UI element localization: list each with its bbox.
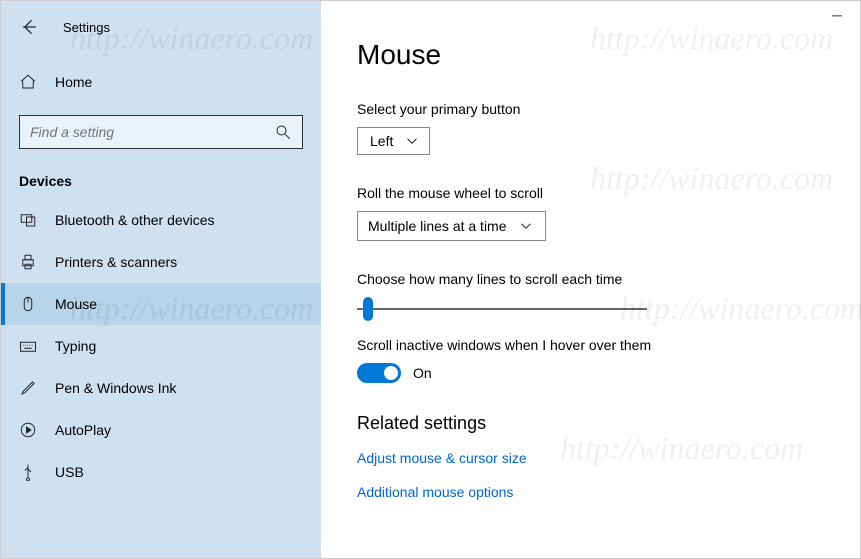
search-input[interactable] <box>30 124 274 140</box>
sidebar-item-label: Printers & scanners <box>55 254 177 270</box>
sidebar-nav: Bluetooth & other devices Printers & sca… <box>1 199 321 493</box>
sidebar-item-printers[interactable]: Printers & scanners <box>1 241 321 283</box>
chevron-down-icon <box>403 132 421 150</box>
wheel-label: Roll the mouse wheel to scroll <box>357 185 860 201</box>
wheel-select[interactable]: Multiple lines at a time <box>357 211 546 241</box>
autoplay-icon <box>19 421 37 439</box>
page-title: Mouse <box>357 39 860 71</box>
wheel-value: Multiple lines at a time <box>368 218 507 234</box>
search-box[interactable] <box>19 115 303 149</box>
link-additional-options[interactable]: Additional mouse options <box>357 484 860 500</box>
sidebar-item-label: Typing <box>55 338 96 354</box>
sidebar-item-mouse[interactable]: Mouse <box>1 283 321 325</box>
sidebar-item-autoplay[interactable]: AutoPlay <box>1 409 321 451</box>
primary-button-select[interactable]: Left <box>357 127 430 155</box>
inactive-label: Scroll inactive windows when I hover ove… <box>357 337 860 353</box>
titlebar: Settings <box>1 9 321 45</box>
content-area: ─ Mouse Select your primary button Left … <box>321 1 860 558</box>
window-title: Settings <box>63 20 110 35</box>
sidebar-item-bluetooth[interactable]: Bluetooth & other devices <box>1 199 321 241</box>
home-label: Home <box>55 74 92 90</box>
sidebar-item-label: Mouse <box>55 296 97 312</box>
toggle-value: On <box>413 365 432 381</box>
primary-button-value: Left <box>370 133 393 149</box>
printer-icon <box>19 253 37 271</box>
minimize-button[interactable]: ─ <box>824 5 850 25</box>
lines-slider-wrap <box>357 297 647 315</box>
sidebar-item-home[interactable]: Home <box>1 61 321 103</box>
lines-label: Choose how many lines to scroll each tim… <box>357 271 860 287</box>
lines-slider[interactable] <box>357 308 647 310</box>
sidebar-item-typing[interactable]: Typing <box>1 325 321 367</box>
sidebar-item-label: USB <box>55 464 84 480</box>
window-controls: ─ <box>824 5 850 25</box>
settings-window: Settings Home Devices Bluetooth & other … <box>0 0 861 559</box>
usb-icon <box>19 463 37 481</box>
sidebar-item-label: Pen & Windows Ink <box>55 380 176 396</box>
sidebar-item-label: Bluetooth & other devices <box>55 212 215 228</box>
home-icon <box>19 73 37 91</box>
sidebar-category: Devices <box>1 159 321 199</box>
search-icon <box>274 123 292 141</box>
keyboard-icon <box>19 337 37 355</box>
sidebar-item-pen[interactable]: Pen & Windows Ink <box>1 367 321 409</box>
inactive-toggle-row: On <box>357 363 860 383</box>
back-button[interactable] <box>19 17 39 37</box>
mouse-icon <box>19 295 37 313</box>
related-settings-header: Related settings <box>357 413 860 434</box>
devices-icon <box>19 211 37 229</box>
sidebar-item-label: AutoPlay <box>55 422 111 438</box>
link-adjust-cursor[interactable]: Adjust mouse & cursor size <box>357 450 860 466</box>
chevron-down-icon <box>517 217 535 235</box>
pen-icon <box>19 379 37 397</box>
sidebar: Settings Home Devices Bluetooth & other … <box>1 1 321 558</box>
primary-button-label: Select your primary button <box>357 101 860 117</box>
inactive-toggle[interactable] <box>357 363 401 383</box>
sidebar-item-usb[interactable]: USB <box>1 451 321 493</box>
